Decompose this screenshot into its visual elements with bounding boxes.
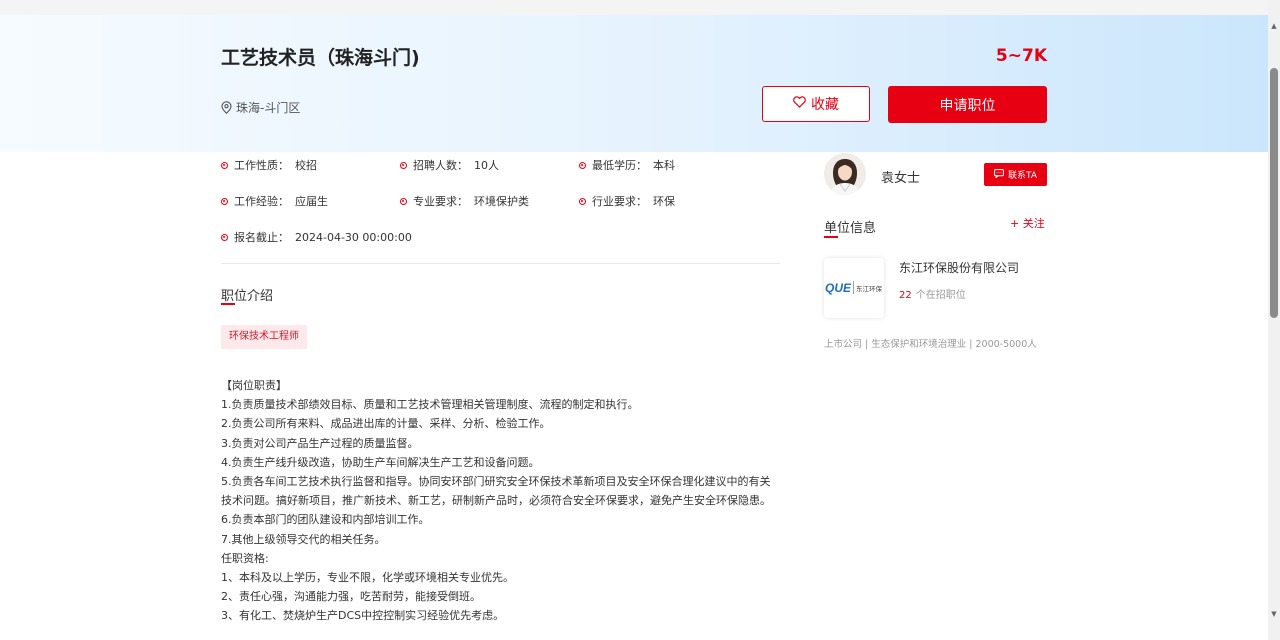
contact-avatar xyxy=(824,153,866,195)
favorite-label: 收藏 xyxy=(811,97,839,113)
attr-major: 专业要求： 环境保护类 xyxy=(400,193,529,209)
page-scrollbar[interactable]: ▲ ▼ xyxy=(1268,0,1280,640)
favorite-button[interactable]: 收藏 xyxy=(762,86,870,122)
job-location: 珠海-斗门区 xyxy=(221,99,300,116)
job-salary: 5~7K xyxy=(995,46,1047,66)
open-jobs-count[interactable]: 22 个在招职位 xyxy=(899,286,966,301)
contact-button-label: 联系TA xyxy=(1008,171,1037,181)
heart-icon xyxy=(793,96,806,112)
apply-button[interactable]: 申请职位 xyxy=(888,86,1047,123)
attr-education: 最低学历： 本科 xyxy=(579,157,675,173)
description-line: 2、责任心强，沟通能力强，吃苦耐劳，能接受倒班。 xyxy=(221,590,481,604)
top-strip xyxy=(0,0,1268,15)
contact-name: 袁女士 xyxy=(881,171,921,186)
bullet-icon xyxy=(579,161,586,169)
company-section-title: 单位信息 xyxy=(824,221,877,236)
description-line: 3、有化工、焚烧炉生产DCS中控控制实习经验优先考虑。 xyxy=(221,609,505,623)
scroll-up-arrow-icon[interactable]: ▲ xyxy=(1270,22,1278,30)
contact-button[interactable]: 联系TA xyxy=(984,163,1047,186)
scrollbar-thumb[interactable] xyxy=(1270,68,1278,318)
attr-industry: 行业要求： 环保 xyxy=(579,193,675,209)
chat-icon xyxy=(994,168,1004,181)
description-line: 【岗位职责】 xyxy=(221,379,287,392)
location-text: 珠海-斗门区 xyxy=(236,101,301,115)
description-line: 1、本科及以上学历，专业不限，化学或环境相关专业优先。 xyxy=(221,571,514,585)
company-meta: 上市公司 | 生态保护和环境治理业 | 2000-5000人 xyxy=(824,339,1037,350)
description-line: 6.负责本部门的团队建设和内部培训工作。 xyxy=(221,513,430,527)
attr-job-type: 工作性质： 校招 xyxy=(221,157,317,173)
location-pin-icon xyxy=(221,101,232,114)
description-line: 1.负责质量技术部绩效目标、质量和工艺技术管理相关管理制度、流程的制定和执行。 xyxy=(221,398,639,412)
description-line: 2.负责公司所有来料、成品进出库的计量、采样、分析、检验工作。 xyxy=(221,417,551,431)
job-header: 工艺技术员（珠海斗门) 5~7K 珠海-斗门区 收藏 申请职位 xyxy=(0,15,1268,152)
attr-headcount: 招聘人数： 10人 xyxy=(400,157,499,173)
description-line: 3.负责对公司产品生产过程的质量监督。 xyxy=(221,436,419,450)
intro-section-title: 职位介绍 xyxy=(221,289,274,304)
company-name[interactable]: 东江环保股份有限公司 xyxy=(899,259,1019,276)
bullet-icon xyxy=(221,161,228,169)
description-line: 任职资格: xyxy=(221,551,269,565)
svg-text:QUE: QUE xyxy=(825,281,852,295)
bullet-icon xyxy=(579,197,586,205)
description-line: 技术问题。搞好新项目，推广新技术、新工艺，研制新产品时，必须符合安全环保要求，避… xyxy=(221,494,771,508)
bullet-icon xyxy=(400,197,407,205)
section-divider xyxy=(221,263,780,264)
attr-deadline: 报名截止： 2024-04-30 00:00:00 xyxy=(221,229,412,245)
job-description: 【岗位职责】 1.负责质量技术部绩效目标、质量和工艺技术管理相关管理制度、流程的… xyxy=(221,376,781,626)
bullet-icon xyxy=(221,197,228,205)
job-tag: 环保技术工程师 xyxy=(221,325,307,349)
bullet-icon xyxy=(400,161,407,169)
follow-button[interactable]: + 关注 xyxy=(1010,215,1045,231)
bullet-icon xyxy=(221,233,228,241)
svg-text:东江环保: 东江环保 xyxy=(856,284,883,293)
description-line: 4.负责生产线升级改造，协助生产车间解决生产工艺和设备问题。 xyxy=(221,455,540,469)
scroll-down-arrow-icon[interactable]: ▼ xyxy=(1270,610,1278,618)
company-title-underline xyxy=(824,236,838,238)
company-logo[interactable]: QUE 东江环保 xyxy=(824,258,884,318)
intro-title-underline xyxy=(221,303,235,305)
attr-experience: 工作经验： 应届生 xyxy=(221,193,328,209)
job-title: 工艺技术员（珠海斗门) xyxy=(221,47,420,69)
description-line: 5.负责各车间工艺技术执行监督和指导。协同安环部门研究安全环保技术革新项目及安全… xyxy=(221,475,771,489)
description-line: 7.其他上级领导交代的相关任务。 xyxy=(221,532,386,546)
